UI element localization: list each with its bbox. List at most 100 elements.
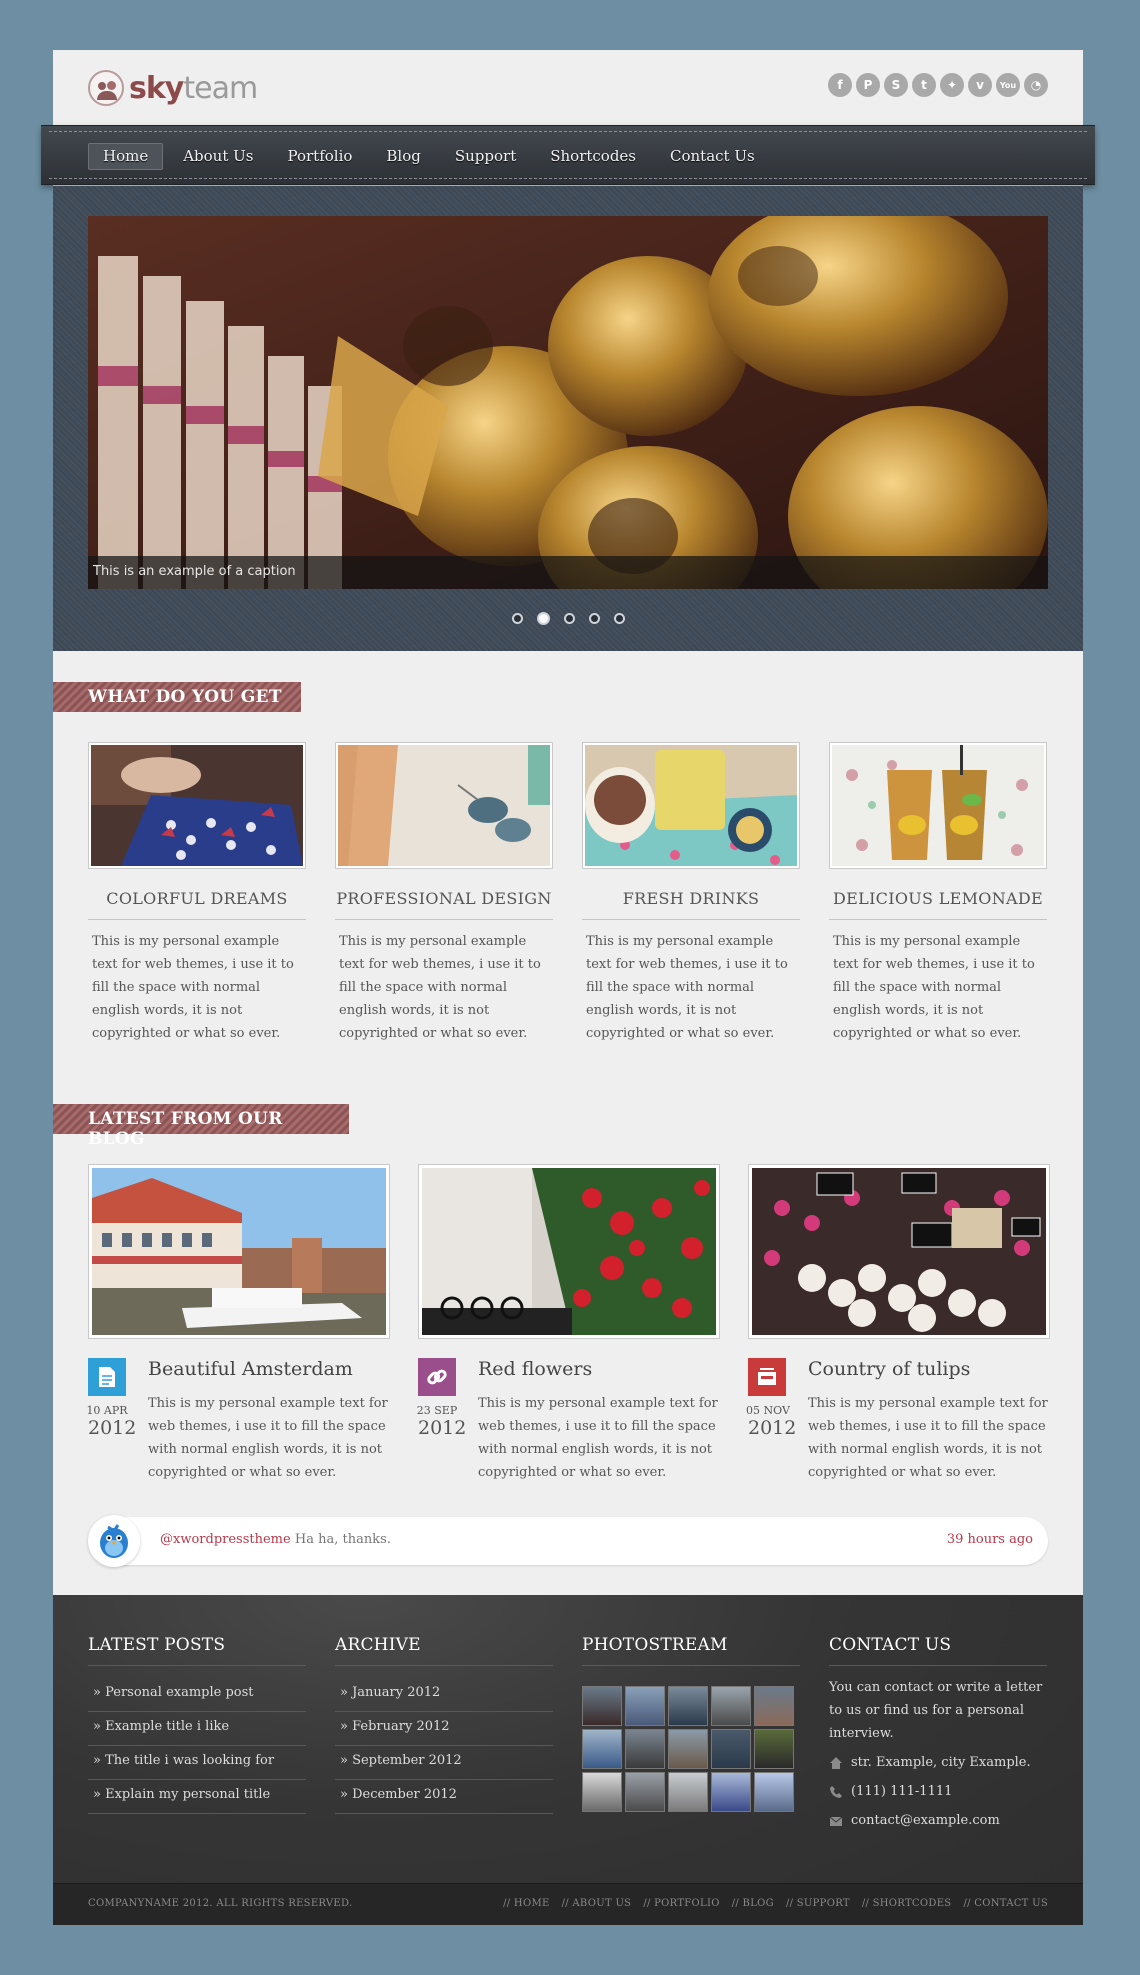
feature-title: DELICIOUS LEMONADE bbox=[829, 889, 1047, 920]
footer-post-link[interactable]: » Explain my personal title bbox=[88, 1780, 306, 1814]
blog-post-title[interactable]: Red flowers bbox=[478, 1358, 592, 1380]
footer-bottom-bar: COMPANYNAME 2012. ALL RIGHTS RESERVED. /… bbox=[53, 1883, 1083, 1925]
tulips-market-photo bbox=[752, 1168, 1046, 1335]
home-icon bbox=[830, 1756, 842, 1769]
photostream-thumb[interactable] bbox=[754, 1686, 794, 1726]
blog-post: 23 SEP 2012 Red flowers This is my perso… bbox=[417, 1164, 720, 1480]
footer-nav-contact-us[interactable]: // CONTACT US bbox=[963, 1898, 1048, 1909]
footer-nav-home[interactable]: // HOME bbox=[503, 1898, 549, 1909]
youtube-icon[interactable]: You bbox=[996, 73, 1020, 97]
footer-archive-title: ARCHIVE bbox=[335, 1635, 553, 1666]
photostream-thumb[interactable] bbox=[625, 1772, 665, 1812]
photostream-thumb[interactable] bbox=[582, 1772, 622, 1812]
nav-item-blog[interactable]: Blog bbox=[372, 143, 434, 170]
feature-image[interactable] bbox=[88, 742, 306, 869]
vimeo-icon[interactable]: v bbox=[968, 73, 992, 97]
tweet-text: @xwordpresstheme Ha ha, thanks. bbox=[160, 1532, 391, 1547]
logo-people-icon bbox=[88, 70, 124, 106]
footer-archive-link[interactable]: » September 2012 bbox=[335, 1746, 553, 1780]
photostream-thumb[interactable] bbox=[711, 1772, 751, 1812]
footer-nav-shortcodes[interactable]: // SHORTCODES bbox=[862, 1898, 952, 1909]
site-logo[interactable]: skyteam bbox=[88, 68, 258, 108]
photostream-thumb[interactable] bbox=[668, 1772, 708, 1812]
blog-post-meta: 10 APR 2012 bbox=[86, 1358, 137, 1439]
nav-item-portfolio[interactable]: Portfolio bbox=[273, 143, 366, 170]
footer-nav-blog[interactable]: // BLOG bbox=[732, 1898, 774, 1909]
blog-post: 10 APR 2012 Beautiful Amsterdam This is … bbox=[86, 1164, 390, 1480]
feature-image[interactable] bbox=[335, 742, 553, 869]
photostream-thumb[interactable] bbox=[625, 1729, 665, 1769]
footer-email: contact@example.com bbox=[829, 1809, 1047, 1832]
footer-nav-portfolio[interactable]: // PORTFOLIO bbox=[643, 1898, 719, 1909]
feature-title: FRESH DRINKS bbox=[582, 889, 800, 920]
pinterest-icon[interactable]: P bbox=[856, 73, 880, 97]
footer-contact-title: CONTACT US bbox=[829, 1635, 1047, 1666]
latest-tweet: @xwordpresstheme Ha ha, thanks. 39 hours… bbox=[88, 1515, 1048, 1567]
footer-post-link[interactable]: » Example title i like bbox=[88, 1712, 306, 1746]
slider-dot-active[interactable] bbox=[536, 612, 550, 625]
photostream-thumb[interactable] bbox=[668, 1686, 708, 1726]
copyright-text: COMPANYNAME 2012. ALL RIGHTS RESERVED. bbox=[88, 1898, 353, 1909]
social-links: f P S t ✦ v You ◔ bbox=[828, 73, 1048, 97]
blog-post-title[interactable]: Beautiful Amsterdam bbox=[148, 1358, 353, 1380]
page-container: skyteam f P S t ✦ v You ◔ Home About Us … bbox=[41, 50, 1095, 1925]
feature-text: This is my personal example text for web… bbox=[586, 934, 788, 1041]
slider-dot[interactable] bbox=[613, 613, 625, 624]
photostream-thumb[interactable] bbox=[582, 1729, 622, 1769]
photostream-thumb[interactable] bbox=[668, 1729, 708, 1769]
blog-post-image[interactable] bbox=[88, 1164, 390, 1339]
photostream-thumb[interactable] bbox=[711, 1729, 751, 1769]
photostream-thumb[interactable] bbox=[625, 1686, 665, 1726]
blog-post-year: 2012 bbox=[88, 1417, 137, 1439]
nav-item-home[interactable]: Home bbox=[88, 143, 164, 170]
photostream-thumb[interactable] bbox=[711, 1686, 751, 1726]
tumblr-icon[interactable]: t bbox=[912, 73, 936, 97]
blog-post-meta: 23 SEP 2012 bbox=[417, 1358, 466, 1439]
nav-item-contact-us[interactable]: Contact Us bbox=[656, 143, 769, 170]
footer-contact-text: You can contact or write a letter to us … bbox=[829, 1680, 1043, 1741]
footer-nav-support[interactable]: // SUPPORT bbox=[786, 1898, 850, 1909]
footer-archive-link[interactable]: » January 2012 bbox=[335, 1678, 553, 1712]
footer-email-link[interactable]: contact@example.com bbox=[851, 1813, 1000, 1828]
facebook-icon[interactable]: f bbox=[828, 73, 852, 97]
document-icon bbox=[88, 1358, 126, 1396]
tweet-time-link[interactable]: 39 hours ago bbox=[947, 1532, 1033, 1547]
gallery-icon bbox=[748, 1358, 786, 1396]
nav-item-shortcodes[interactable]: Shortcodes bbox=[536, 143, 650, 170]
slider-dot[interactable] bbox=[563, 613, 575, 624]
feature-image[interactable] bbox=[582, 742, 800, 869]
photostream-thumb[interactable] bbox=[754, 1729, 794, 1769]
footer-archive-link[interactable]: » February 2012 bbox=[335, 1712, 553, 1746]
rss-icon[interactable]: ◔ bbox=[1024, 73, 1048, 97]
footer-nav-about-us[interactable]: // ABOUT US bbox=[562, 1898, 632, 1909]
feature-card: DELICIOUS LEMONADE This is my personal e… bbox=[829, 742, 1047, 1045]
footer-post-link[interactable]: » The title i was looking for bbox=[88, 1746, 306, 1780]
photostream-thumb[interactable] bbox=[754, 1772, 794, 1812]
tweet-user-link[interactable]: @xwordpresstheme bbox=[160, 1532, 291, 1547]
blog-post-day: 10 APR bbox=[86, 1404, 128, 1417]
feature-image[interactable] bbox=[829, 742, 1047, 869]
blog-post-excerpt: This is my personal example text for web… bbox=[478, 1396, 718, 1480]
feature-card: FRESH DRINKS This is my personal example… bbox=[582, 742, 800, 1045]
slider-image[interactable]: This is an example of a caption bbox=[88, 216, 1048, 589]
blog-post-day: 05 NOV bbox=[746, 1404, 790, 1417]
slider-section: This is an example of a caption bbox=[53, 186, 1083, 651]
slider-dot[interactable] bbox=[588, 613, 600, 624]
blog-post-image[interactable] bbox=[418, 1164, 720, 1339]
blog-post-image[interactable] bbox=[748, 1164, 1050, 1339]
slider-caption: This is an example of a caption bbox=[88, 556, 1048, 589]
nav-item-about-us[interactable]: About Us bbox=[169, 143, 267, 170]
phone-icon bbox=[830, 1785, 842, 1798]
footer-archive-link[interactable]: » December 2012 bbox=[335, 1780, 553, 1814]
footer-post-link[interactable]: » Personal example post bbox=[88, 1678, 306, 1712]
slider-dot[interactable] bbox=[511, 613, 523, 624]
twitter-icon[interactable]: ✦ bbox=[940, 73, 964, 97]
footer-phone-text: (111) 111-1111 bbox=[851, 1784, 953, 1799]
footer-address: str. Example, city Example. bbox=[829, 1751, 1047, 1774]
nav-item-support[interactable]: Support bbox=[441, 143, 530, 170]
feature-title: COLORFUL DREAMS bbox=[88, 889, 306, 920]
skype-icon[interactable]: S bbox=[884, 73, 908, 97]
photostream-grid bbox=[582, 1686, 800, 1812]
blog-post-title[interactable]: Country of tulips bbox=[808, 1358, 970, 1380]
photostream-thumb[interactable] bbox=[582, 1686, 622, 1726]
